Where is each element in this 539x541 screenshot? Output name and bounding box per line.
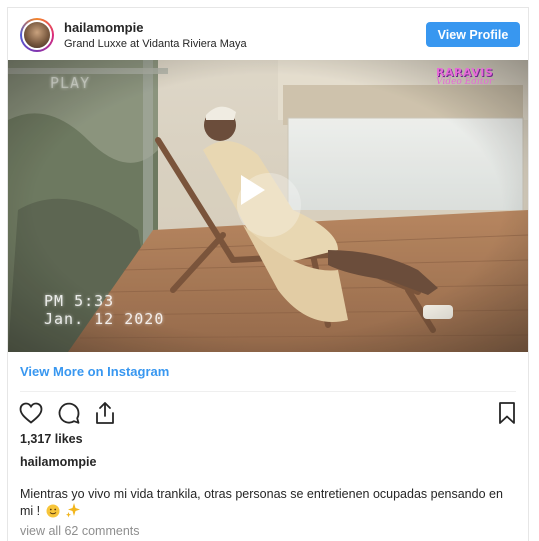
divider bbox=[20, 391, 516, 392]
date-stamp: Jan. 12 2020 bbox=[44, 310, 165, 328]
likes-count[interactable]: 1,317 likes bbox=[20, 432, 83, 446]
post-header: hailamompie Grand Luxxe at Vidanta Rivie… bbox=[8, 8, 528, 60]
comment-icon[interactable] bbox=[56, 400, 82, 426]
view-all-comments-link[interactable]: view all 62 comments bbox=[20, 524, 140, 538]
time-stamp: PM 5:33 bbox=[44, 292, 115, 310]
location[interactable]: Grand Luxxe at Vidanta Riviera Maya bbox=[64, 38, 247, 50]
watermark-sub: Video Editor bbox=[436, 77, 494, 87]
view-profile-button[interactable]: View Profile bbox=[426, 22, 520, 47]
sparkles-icon bbox=[65, 502, 81, 522]
editor-watermark: RARAVIS Video Editor bbox=[436, 66, 493, 87]
caption-body: Mientras yo vivo mi vida trankila, otras… bbox=[20, 487, 503, 518]
play-overlay-text: PLAY bbox=[50, 74, 91, 92]
video-media[interactable]: PLAY PM 5:33 Jan. 12 2020 RARAVIS Video … bbox=[8, 60, 528, 352]
instagram-post-card: hailamompie Grand Luxxe at Vidanta Rivie… bbox=[7, 7, 529, 541]
action-bar bbox=[16, 400, 520, 428]
view-more-link[interactable]: View More on Instagram bbox=[20, 364, 169, 379]
caption-username[interactable]: hailamompie bbox=[20, 455, 96, 469]
smiling-face-icon bbox=[46, 504, 60, 522]
play-button[interactable] bbox=[237, 173, 301, 237]
username[interactable]: hailamompie bbox=[64, 20, 143, 35]
share-icon[interactable] bbox=[92, 400, 118, 426]
avatar[interactable] bbox=[20, 18, 54, 52]
play-icon bbox=[241, 175, 265, 205]
heart-icon[interactable] bbox=[18, 400, 44, 426]
caption-text: Mientras yo vivo mi vida trankila, otras… bbox=[20, 486, 516, 522]
bookmark-icon[interactable] bbox=[494, 400, 520, 426]
